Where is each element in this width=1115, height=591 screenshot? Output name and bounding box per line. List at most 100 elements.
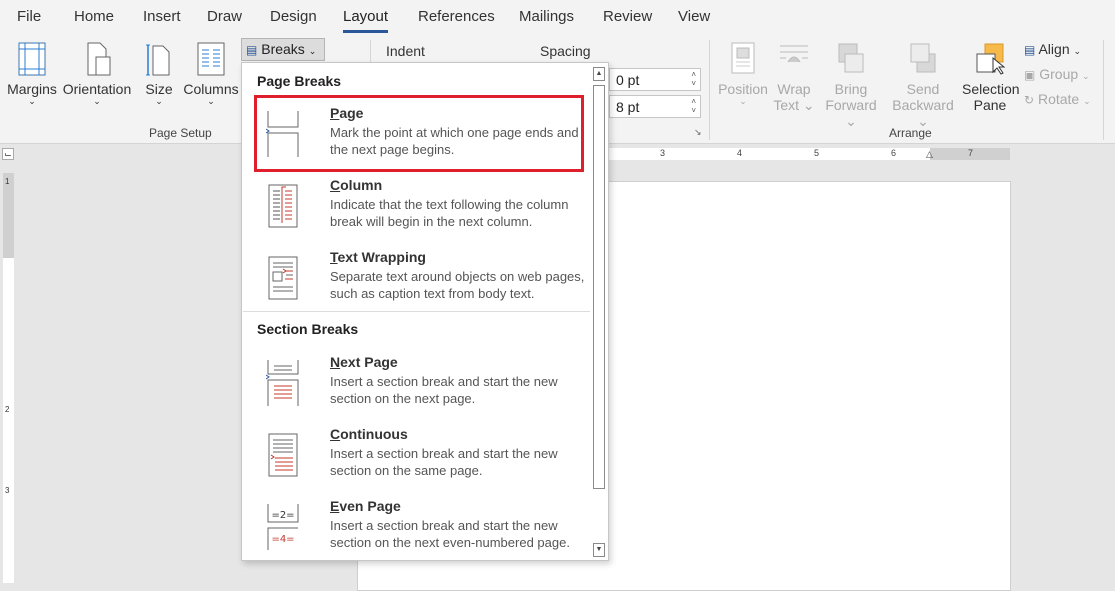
menu-item-description: Insert a section break and start the new… [330,374,558,406]
tab-mailings[interactable]: Mailings [519,8,574,25]
ruler-mark: 2 [5,405,10,414]
menu-item-text-wrapping-break[interactable]: Text Wrapping Separate text around objec… [254,249,588,315]
margins-icon [18,42,46,76]
spacing-after-input[interactable]: 8 pt ˄ ˅ [609,95,701,118]
ruler-mark: 7 [968,148,974,158]
menu-item-description: Insert a section break and start the new… [330,446,558,478]
menu-item-next-page-break[interactable]: Next Page Insert a section break and sta… [254,354,588,420]
horizontal-ruler[interactable]: 3 4 5 6 7 △ [600,148,1010,160]
spin-arrows-icon[interactable]: ˄ ˅ [691,70,696,88]
menu-item-title: Text Wrapping [330,249,426,265]
menu-item-even-page-break[interactable]: =2= =4= Even Page Insert a section break… [254,498,588,564]
wrap-text-button[interactable]: Wrap Text ⌄ [773,42,815,114]
group-button[interactable]: ▣ Group ⌄ [1024,66,1090,82]
dialog-launcher-icon[interactable]: ↘ [694,127,702,138]
position-icon [731,42,755,74]
highlight-annotation-box [254,95,584,172]
rotate-button[interactable]: ↻ Rotate ⌄ [1024,91,1091,107]
rotate-icon: ↻ [1024,93,1035,107]
wrap-text-icon [780,45,808,63]
position-button[interactable]: Position ⌄ [716,42,770,106]
send-backward-label: Send Backward ⌄ [892,81,954,129]
menu-item-title: Column [330,177,383,193]
ribbon-tabs: File Home Insert Draw Design Layout Refe… [0,0,1115,34]
scroll-up-icon[interactable]: ▲ [593,67,605,81]
tab-view[interactable]: View [678,8,710,25]
menu-item-continuous-break[interactable]: Continuous Insert a section break and st… [254,426,588,492]
bring-forward-icon [838,43,864,73]
vertical-ruler[interactable]: 1 2 3 [3,173,14,583]
tab-layout[interactable]: Layout [343,8,389,33]
wrap-text-label: Wrap Text ⌄ [773,81,815,113]
menu-item-description: Insert a section break and start the new… [330,518,570,550]
menu-item-column-break[interactable]: Column Indicate that the text following … [254,177,588,243]
columns-icon [197,42,225,76]
selection-pane-label: Selection Pane [962,81,1020,113]
send-backward-button[interactable]: Send Backward ⌄ [885,42,961,130]
section-breaks-heading: Section Breaks [257,321,359,337]
position-label: Position [718,81,768,97]
breaks-button[interactable]: ▤ Breaks ⌄ [241,38,325,61]
menu-item-description: Indicate that the text following the col… [330,197,569,229]
menu-item-title: Continuous [330,426,408,442]
tab-file[interactable]: File [17,8,41,25]
dropdown-scrollbar[interactable]: ▲ ▼ [591,67,607,558]
spacing-after-value: 8 pt [616,99,640,115]
tab-draw[interactable]: Draw [207,8,242,25]
size-button[interactable]: Size ⌄ [142,42,176,106]
ruler-mark: 3 [660,148,666,158]
bring-forward-label: Bring Forward ⌄ [825,81,877,129]
group-separator [709,40,710,140]
columns-button[interactable]: Columns ⌄ [182,42,240,106]
spacing-before-value: 0 pt [616,72,640,88]
menu-item-title: Next Page [330,354,398,370]
breaks-label: Breaks [261,41,305,57]
chevron-down-icon: ⌄ [308,46,317,56]
even-page-break-icon: =2= =4= [267,504,299,550]
chevron-down-icon: ⌄ [207,96,215,106]
ruler-mark: 4 [737,148,743,158]
ruler-mark: 6 [891,148,897,158]
tab-home[interactable]: Home [74,8,114,25]
spacing-label: Spacing [540,43,591,59]
align-icon: ▤ [1024,43,1036,57]
breaks-icon: ▤ [246,43,258,57]
column-break-icon [268,184,298,228]
spacing-before-input[interactable]: 0 pt ˄ ˅ [609,68,701,91]
svg-text:=2=: =2= [271,510,294,521]
margins-button[interactable]: Margins ⌄ [6,42,58,106]
ruler-mark: 3 [5,486,10,495]
bring-forward-button[interactable]: Bring Forward ⌄ [818,42,884,130]
margins-label: Margins [7,81,57,97]
tab-insert[interactable]: Insert [143,8,181,25]
orientation-label: Orientation [62,81,132,97]
tab-selector-button[interactable]: ⌙ [2,148,14,160]
page-setup-group-label: Page Setup [149,126,212,140]
orientation-icon [87,42,111,76]
chevron-down-icon: ⌄ [28,96,36,106]
chevron-down-icon: ⌄ [93,96,101,106]
scroll-down-icon[interactable]: ▼ [593,543,605,557]
next-page-break-icon [266,360,299,406]
tab-review[interactable]: Review [603,8,652,25]
spin-arrows-icon[interactable]: ˄ ˅ [691,97,696,115]
group-label: Group [1039,66,1079,82]
ruler-mark: 5 [814,148,820,158]
svg-text:=4=: =4= [271,534,294,545]
send-backward-icon [910,43,936,73]
size-label: Size [145,81,173,97]
text-wrapping-break-icon [268,256,298,300]
right-indent-marker-icon[interactable]: △ [926,149,933,160]
group-icon: ▣ [1024,68,1036,82]
continuous-break-icon [268,433,298,477]
align-label: Align [1038,41,1070,57]
menu-item-description: Separate text around objects on web page… [330,269,585,301]
tab-design[interactable]: Design [270,8,317,25]
tab-references[interactable]: References [418,8,495,25]
orientation-button[interactable]: Orientation ⌄ [61,42,133,106]
chevron-down-icon: ⌄ [739,96,747,106]
selection-pane-icon [976,43,1006,75]
align-button[interactable]: ▤ Align ⌄ [1024,41,1081,57]
selection-pane-button[interactable]: Selection Pane [962,42,1020,113]
scrollbar-thumb[interactable] [593,85,605,489]
